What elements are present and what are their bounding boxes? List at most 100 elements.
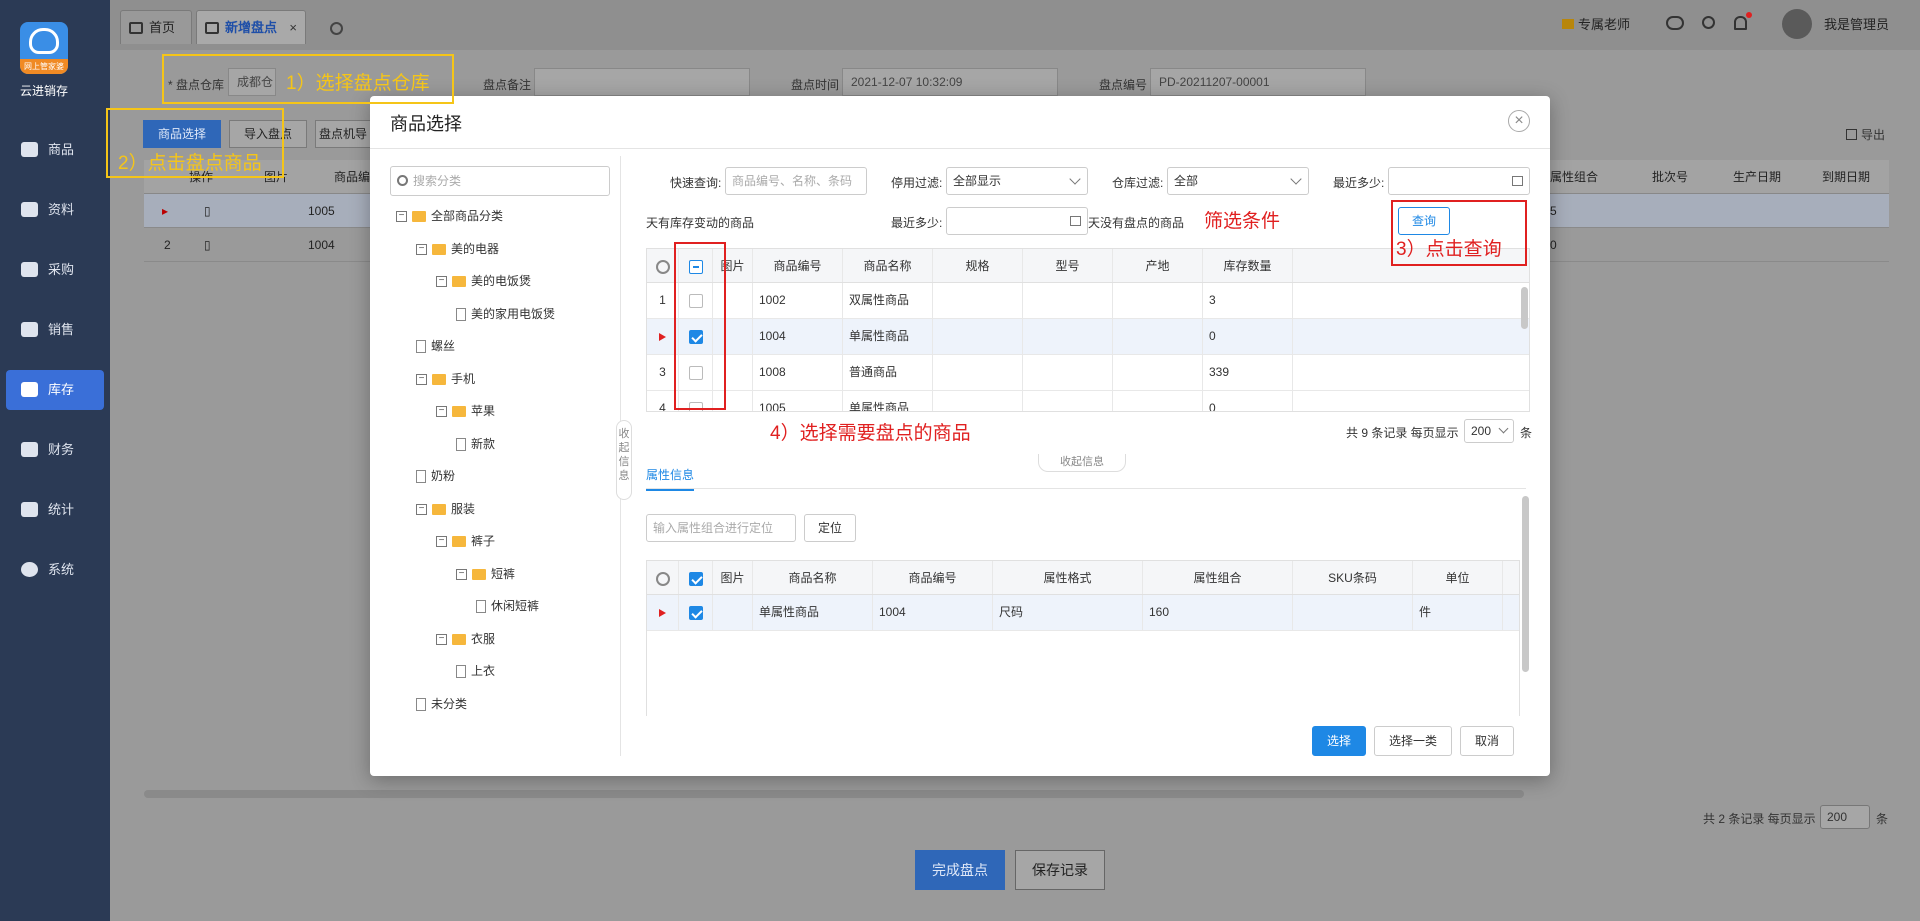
locate-button[interactable]: 定位 [804,514,856,542]
tree-node[interactable]: 螺丝 [416,336,455,356]
cloud-download-icon[interactable] [1666,16,1684,30]
sidebar-item-goods[interactable]: 商品 [6,130,104,170]
time-input[interactable]: 2021-12-07 10:32:09 [842,68,1058,96]
attr-vertical-scrollbar[interactable] [1522,496,1529,672]
folder-icon [432,373,446,385]
goods-pager-unit: 条 [1520,426,1533,440]
tab-new-inventory-check[interactable]: 新增盘点 × [196,10,306,44]
collapse-toggle-icon[interactable]: − [456,568,467,580]
tree-node[interactable]: − 全部商品分类 [396,206,503,226]
select-button[interactable]: 选择 [1312,726,1366,756]
horizontal-scrollbar[interactable] [144,790,1524,798]
sub-tab-divider [646,488,1526,489]
tree-node[interactable]: 休闲短裤 [476,596,539,616]
cancel-button[interactable]: 取消 [1460,726,1514,756]
tab-label: 新增盘点 [225,20,278,35]
avatar[interactable] [1782,9,1812,39]
delete-icon[interactable]: ▯ [204,194,211,228]
tree-node[interactable]: − 手机 [416,369,475,389]
tree-node[interactable]: − 衣服 [436,629,495,649]
sidebar-item-system[interactable]: 系统 [6,550,104,590]
tree-node[interactable]: − 短裤 [456,564,515,584]
row-stock: 339 [1203,355,1293,390]
attr-locate-input[interactable]: 输入属性组合进行定位 [646,514,796,542]
quick-search-input[interactable]: 商品编号、名称、条码 [725,167,867,195]
tree-node[interactable]: − 美的电饭煲 [436,271,531,291]
sidebar-item-stats[interactable]: 统计 [6,490,104,530]
page-pager-text: 共 2 条记录 每页显示 [1703,812,1816,826]
remark-input[interactable] [534,68,750,96]
tree-node[interactable]: 新款 [456,434,495,454]
disable-filter-select[interactable]: 全部显示 [946,167,1088,195]
row-checkbox[interactable] [679,595,713,630]
collapse-toggle-icon[interactable]: − [416,243,427,255]
gear-icon[interactable] [330,22,343,35]
collapse-tree-button[interactable]: 收起信息 [616,420,632,500]
close-tab-icon[interactable]: × [289,11,297,45]
warehouse-filter-value: 全部 [1174,174,1199,188]
close-icon[interactable]: × [1508,110,1530,132]
annotation-filter: 筛选条件 [1204,211,1281,232]
vertical-scrollbar[interactable] [1521,287,1528,329]
save-record-button[interactable]: 保存记录 [1015,850,1105,890]
tab-home[interactable]: 首页 [120,10,192,44]
tree-node[interactable]: − 裤子 [436,531,495,551]
export-link[interactable]: 导出 [1846,126,1885,143]
table-row[interactable]: 1004 单属性商品 0 [647,319,1529,355]
table-row[interactable]: 4 1005 单属性商品 0 [647,391,1529,411]
collapse-toggle-icon[interactable]: − [396,211,407,223]
username[interactable]: 我是管理员 [1824,14,1889,33]
sidebar-item-purchase[interactable]: 采购 [6,250,104,290]
tree-node[interactable]: − 苹果 [436,401,495,421]
row-attr-format: 尺码 [993,595,1143,630]
recent-days2-input[interactable] [946,207,1088,235]
sidebar-item-inventory[interactable]: 库存 [6,370,104,410]
table-row[interactable]: 1 1002 双属性商品 3 [647,283,1529,319]
delete-icon[interactable]: ▯ [204,228,211,262]
collapse-toggle-icon[interactable]: − [436,633,447,645]
tree-node[interactable]: 上衣 [456,661,495,681]
category-search-input[interactable]: 搜索分类 [390,166,610,196]
search-icon[interactable] [1702,16,1715,29]
recent-days-input[interactable] [1388,167,1530,195]
collapse-toggle-icon[interactable]: − [416,503,427,515]
column-settings[interactable] [647,561,679,594]
sidebar-item-finance[interactable]: 财务 [6,430,104,470]
tree-node[interactable]: 未分类 [416,694,467,714]
goods-page-size-select[interactable]: 200 [1464,419,1514,443]
collapse-toggle-icon[interactable]: − [436,406,447,418]
machine-import-button[interactable]: 盘点机导入 [315,120,371,148]
sidebar-item-sales[interactable]: 销售 [6,310,104,350]
page-size-select[interactable]: 200 [1820,805,1870,829]
goods-pager-text: 共 9 条记录 每页显示 [1346,426,1459,440]
row-unit: 件 [1413,595,1503,630]
table-row[interactable]: 单属性商品 1004 尺码 160 件 [647,595,1519,631]
table-row[interactable]: 3 1008 普通商品 339 [647,355,1529,391]
tree-node[interactable]: 美的家用电饭煲 [456,304,555,324]
profile-icon [21,202,38,217]
file-icon [416,470,426,484]
col-model: 型号 [1023,249,1113,282]
bell-icon[interactable] [1734,16,1747,30]
app-logo: 网上管家婆 [20,22,68,74]
sidebar-item-label: 商品 [48,142,75,157]
vip-teacher[interactable]: 专属老师 [1562,14,1630,33]
tree-node[interactable]: − 服装 [416,499,475,519]
col-name: 商品名称 [843,249,933,282]
home-icon [129,22,143,34]
attr-select-all-checkbox[interactable] [679,561,713,594]
select-class-button[interactable]: 选择一类 [1374,726,1452,756]
collapse-toggle-icon[interactable]: − [436,536,447,548]
sidebar-item-profile[interactable]: 资料 [6,190,104,230]
tree-node-label: 裤子 [471,534,496,548]
collapse-toggle-icon[interactable]: − [436,276,447,288]
finish-inventory-button[interactable]: 完成盘点 [915,850,1005,890]
collapse-toggle-icon[interactable]: − [416,373,427,385]
code-input[interactable]: PD-20211207-00001 [1150,68,1366,96]
collapse-info-button[interactable]: 收起信息 [1038,454,1126,472]
tree-node[interactable]: − 美的电器 [416,239,499,259]
sidebar-item-label: 财务 [48,442,75,457]
tree-node[interactable]: 奶粉 [416,466,455,486]
warehouse-filter-select[interactable]: 全部 [1167,167,1309,195]
col-stock: 库存数量 [1203,249,1293,282]
